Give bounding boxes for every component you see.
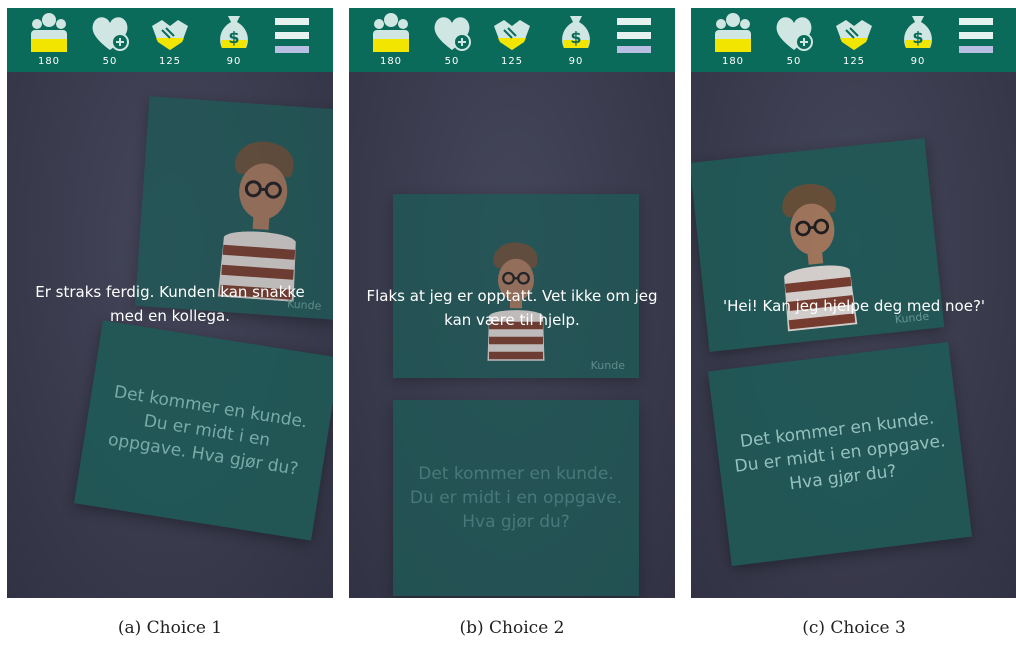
people-stat: 180 (361, 12, 421, 70)
trust-value: 125 (842, 56, 866, 67)
caption-choice-1: (a) Choice 1 (117, 618, 223, 638)
caption-choice-3: (c) Choice 3 (802, 618, 906, 638)
choice-text: Er straks ferdig. Kunden kan snakke med … (35, 283, 305, 325)
stats-bar: 180 50 125 $ 90 (691, 8, 1016, 72)
prompt-text: Det kommer en kunde. Du er midt i en opp… (106, 381, 309, 480)
prompt-card[interactable]: Det kommer en kunde. Du er midt i en opp… (393, 400, 639, 596)
people-value: 180 (379, 56, 403, 67)
people-value: 180 (37, 56, 61, 67)
character-label: Kunde (590, 359, 625, 372)
prompt-card[interactable]: Det kommer en kunde. Du er midt i en opp… (707, 341, 973, 567)
game-screen-choice-3: 180 50 125 $ 90 Kunde Det kommer en kund… (691, 8, 1016, 598)
svg-text:$: $ (912, 28, 923, 47)
heart-plus-icon (92, 17, 129, 51)
people-group-icon (715, 13, 751, 52)
svg-text:$: $ (228, 28, 239, 47)
money-value: 90 (568, 56, 584, 67)
handshake-icon (152, 20, 188, 50)
money-value: 90 (910, 56, 926, 67)
game-screen-choice-1: 180 50 125 $ 90 Kunde Det kommer en kund… (7, 8, 333, 598)
health-value: 50 (444, 56, 460, 67)
svg-text:$: $ (570, 28, 581, 47)
money-value: 90 (226, 56, 242, 67)
prompt-text: Det kommer en kunde. Du er midt i en opp… (409, 464, 623, 532)
people-group-icon (31, 13, 67, 52)
hamburger-menu-icon[interactable] (275, 18, 309, 58)
prompt-card[interactable]: Det kommer en kunde. Du er midt i en opp… (74, 320, 333, 541)
hamburger-menu-icon[interactable] (617, 18, 651, 58)
money-stat: $ 90 (888, 12, 948, 70)
stats-bar: 180 50 125 $ 90 (349, 8, 675, 72)
money-bag-icon: $ (562, 16, 590, 48)
stats-bar: 180 50 125 $ 90 (7, 8, 333, 72)
people-group-icon (373, 13, 409, 52)
money-stat: $ 90 (546, 12, 606, 70)
health-stat: 50 (422, 12, 482, 70)
trust-value: 125 (158, 56, 182, 67)
trust-stat: 125 (140, 12, 200, 70)
prompt-text: Det kommer en kunde. Du er midt i en opp… (733, 408, 947, 495)
heart-plus-icon (434, 17, 471, 51)
choice-text: 'Hei! Kan jeg hjelpe deg med noe?' (722, 297, 986, 315)
trust-stat: 125 (482, 12, 542, 70)
people-stat: 180 (19, 12, 79, 70)
health-value: 50 (786, 56, 802, 67)
health-stat: 50 (764, 12, 824, 70)
trust-value: 125 (500, 56, 524, 67)
hamburger-menu-icon[interactable] (959, 18, 993, 58)
handshake-icon (494, 20, 530, 50)
heart-plus-icon (776, 17, 813, 51)
character-card[interactable]: Kunde (691, 138, 945, 352)
trust-stat: 125 (824, 12, 884, 70)
people-stat: 180 (703, 12, 763, 70)
customer-avatar (217, 141, 296, 302)
people-value: 180 (721, 56, 745, 67)
health-stat: 50 (80, 12, 140, 70)
choice-text: Flaks at jeg er opptatt. Vet ikke om jeg… (366, 287, 658, 329)
handshake-icon (836, 20, 872, 50)
caption-choice-2: (b) Choice 2 (459, 618, 565, 638)
game-screen-choice-2: 180 50 125 $ 90 Kunde Det kommer en kund… (349, 8, 675, 598)
health-value: 50 (102, 56, 118, 67)
money-bag-icon: $ (904, 16, 932, 48)
money-bag-icon: $ (220, 16, 248, 48)
money-stat: $ 90 (204, 12, 264, 70)
